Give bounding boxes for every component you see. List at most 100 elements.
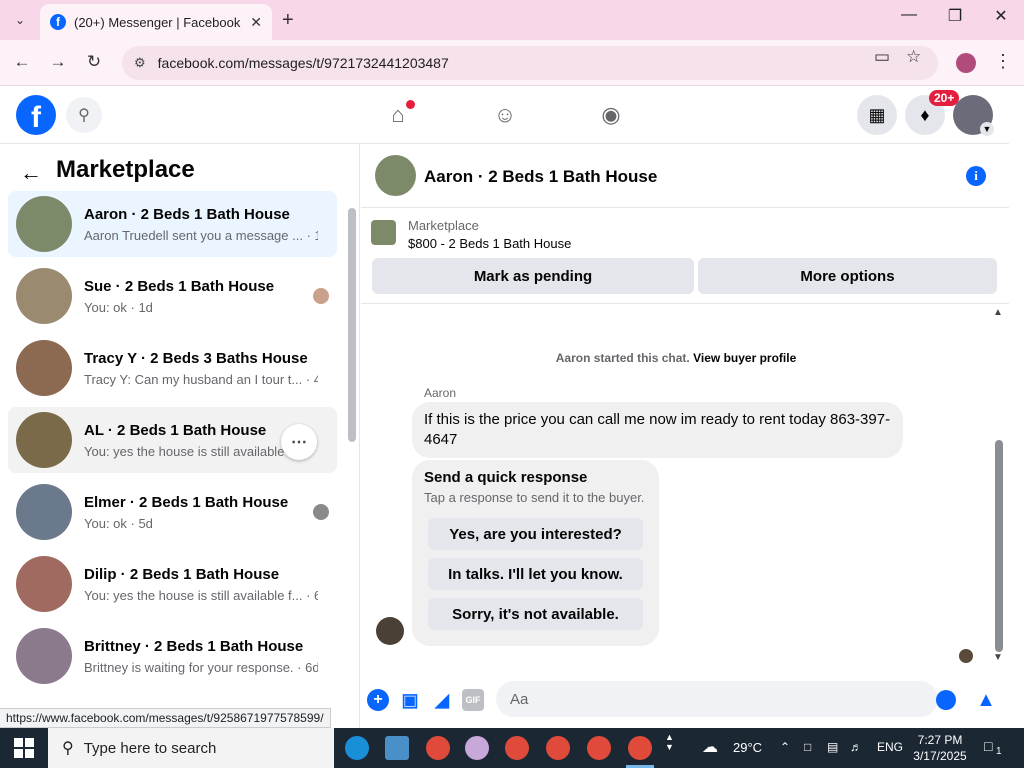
browser-menu-icon[interactable]: ⋮ — [994, 51, 1012, 72]
window-close-icon[interactable]: ✕ — [978, 6, 1024, 26]
weather-icon[interactable]: ☁ — [702, 737, 718, 757]
notification-badge: 20+ — [929, 90, 960, 106]
reload-icon[interactable]: ↻ — [82, 52, 106, 72]
groups-icon[interactable]: ◉ — [596, 100, 626, 130]
chevron-down-icon[interactable]: ▼ — [980, 122, 994, 136]
conversation-preview: Tracy Y: Can my husband an I tour t... ·… — [84, 371, 318, 387]
chat-avatar[interactable] — [375, 155, 416, 196]
status-url-tooltip: https://www.facebook.com/messages/t/9258… — [0, 708, 331, 728]
bookmark-star-icon[interactable]: ☆ — [906, 47, 921, 67]
clock-date: 3/17/2025 — [913, 749, 967, 763]
listing-price[interactable]: $800 - 2 Beds 1 Bath House — [408, 236, 571, 251]
menu-grid-icon[interactable]: ▦ — [857, 95, 897, 135]
home-notification-dot — [406, 100, 415, 109]
list-scrollbar[interactable] — [348, 208, 356, 442]
chrome-icon[interactable] — [505, 736, 529, 760]
back-arrow-icon[interactable]: ← — [20, 160, 42, 186]
listing-thumbnail — [16, 412, 72, 468]
list-item[interactable]: Sue · 2 Beds 1 Bath House You: ok · 1d — [8, 263, 337, 329]
temperature[interactable]: 29°C — [733, 740, 762, 755]
chat-title[interactable]: Aaron · 2 Beds 1 Bath House — [424, 167, 657, 187]
list-item[interactable]: Dilip · 2 Beds 1 Bath House You: yes the … — [8, 551, 337, 617]
windows-start-icon[interactable] — [14, 738, 34, 758]
emoji-icon[interactable] — [935, 689, 957, 711]
paint-icon[interactable] — [465, 736, 489, 760]
browser-tab[interactable]: f (20+) Messenger | Facebook ✕ — [40, 4, 272, 40]
quick-response-button[interactable]: Yes, are you interested? — [428, 518, 643, 550]
more-options-button[interactable]: More options — [698, 258, 997, 294]
chrome-icon[interactable] — [628, 736, 652, 760]
list-item[interactable]: Elmer · 2 Beds 1 Bath House You: ok · 5d — [8, 479, 337, 545]
quick-response-subtitle: Tap a response to send it to the buyer. — [424, 490, 645, 505]
tab-search-dropdown-icon[interactable]: ⌄ — [8, 8, 32, 32]
listing-thumbnail — [16, 628, 72, 684]
chrome-icon[interactable] — [426, 736, 450, 760]
profile-avatar-icon[interactable] — [956, 53, 976, 73]
chrome-icon[interactable] — [587, 736, 611, 760]
scroll-up-icon[interactable]: ▲ — [993, 307, 1003, 318]
message-input[interactable]: Aa — [496, 681, 938, 717]
site-info-icon[interactable]: ⚙ — [134, 55, 146, 71]
notification-center-icon[interactable]: □ — [984, 738, 992, 754]
photo-icon[interactable]: ▣ — [399, 689, 421, 711]
windows-taskbar: ⚲ Type here to search ▲ ▼ ☁ 29°C ⌃ □ ▤ ♬ … — [0, 728, 1024, 768]
started-text: Aaron started this chat. — [555, 351, 690, 365]
new-tab-icon[interactable]: + — [282, 9, 294, 32]
meet-icon[interactable]: □ — [804, 740, 811, 754]
facebook-header: f ⚲ ⌂ ☺ ◉ ▦ ♦ 20+ ▼ — [0, 86, 1009, 144]
tab-close-icon[interactable]: ✕ — [250, 14, 262, 31]
conversation-preview: You: yes the house is still available f.… — [84, 587, 318, 603]
back-icon[interactable]: ← — [10, 52, 34, 72]
info-icon[interactable]: i — [966, 166, 986, 186]
scroll-down-icon[interactable]: ▼ — [993, 652, 1003, 663]
search-icon[interactable]: ⚲ — [66, 97, 102, 133]
view-buyer-profile-link[interactable]: View buyer profile — [693, 351, 796, 365]
conversation-preview: You: ok · 1d — [84, 299, 153, 315]
url-bar[interactable]: ⚙ facebook.com/messages/t/97217324412034… — [122, 46, 938, 80]
tray-overflow-icon[interactable]: ⌃ — [780, 740, 790, 754]
conversation-preview: You: ok · 5d — [84, 515, 153, 531]
maximize-icon[interactable]: ❐ — [932, 6, 978, 26]
chrome-icon[interactable] — [546, 736, 570, 760]
file-explorer-icon[interactable] — [385, 736, 409, 760]
listing-thumbnail — [16, 556, 72, 612]
mark-as-pending-button[interactable]: Mark as pending — [372, 258, 694, 294]
forward-icon[interactable]: → — [46, 52, 70, 72]
quick-response-button[interactable]: In talks. I'll let you know. — [428, 558, 643, 590]
plus-icon[interactable]: + — [367, 689, 389, 711]
conversation-list-pane: ← Marketplace Aaron · 2 Beds 1 Bath Hous… — [0, 144, 360, 728]
taskbar-clock[interactable]: 7:27 PM 3/17/2025 — [910, 732, 970, 764]
list-item[interactable]: Brittney · 2 Beds 1 Bath House Brittney i… — [8, 623, 337, 689]
sender-avatar[interactable] — [376, 617, 404, 645]
taskbar-search-input[interactable]: ⚲ Type here to search — [48, 728, 334, 768]
edge-icon[interactable] — [345, 736, 369, 760]
taskbar-scroll-icon[interactable]: ▲ ▼ — [665, 732, 674, 752]
conversation-preview: Aaron Truedell sent you a message ... · … — [84, 227, 318, 243]
listing-thumbnail[interactable] — [371, 220, 396, 245]
friends-icon[interactable]: ☺ — [490, 100, 520, 130]
list-item[interactable]: AL · 2 Beds 1 Bath House You: yes the hou… — [8, 407, 337, 473]
minimize-icon[interactable]: — — [886, 6, 932, 24]
list-item[interactable]: Aaron · 2 Beds 1 Bath House Aaron Truedel… — [8, 191, 337, 257]
gif-icon[interactable]: GIF — [462, 689, 484, 711]
quick-response-button[interactable]: Sorry, it's not available. — [428, 598, 643, 630]
install-app-icon[interactable]: ▭ — [874, 47, 890, 67]
search-icon: ⚲ — [62, 740, 74, 757]
more-options-icon[interactable]: ⋯ — [281, 424, 317, 460]
facebook-logo-icon[interactable]: f — [16, 95, 56, 135]
sticker-icon[interactable]: ◢ — [431, 689, 453, 711]
page-scrollbar[interactable] — [1009, 86, 1024, 728]
network-icon[interactable]: ▤ — [827, 740, 838, 754]
facebook-favicon-icon: f — [50, 14, 66, 30]
list-item[interactable]: Tracy Y · 2 Beds 3 Baths House Tracy Y: C… — [8, 335, 337, 401]
taskbar-search-placeholder: Type here to search — [83, 739, 217, 757]
read-receipt-avatar — [959, 649, 973, 663]
chat-header: Aaron · 2 Beds 1 Bath House i — [361, 144, 1009, 208]
volume-icon[interactable]: ♬ — [850, 740, 862, 754]
chat-pane: Aaron · 2 Beds 1 Bath House i Marketplac… — [361, 144, 1009, 728]
thumbs-up-icon[interactable]: ▲ — [975, 689, 997, 711]
listing-label: Marketplace — [408, 218, 479, 233]
language-indicator[interactable]: ENG — [877, 740, 903, 754]
thread-scrollbar[interactable] — [995, 440, 1003, 652]
conversation-name: Brittney · 2 Beds 1 Bath House — [84, 637, 304, 655]
